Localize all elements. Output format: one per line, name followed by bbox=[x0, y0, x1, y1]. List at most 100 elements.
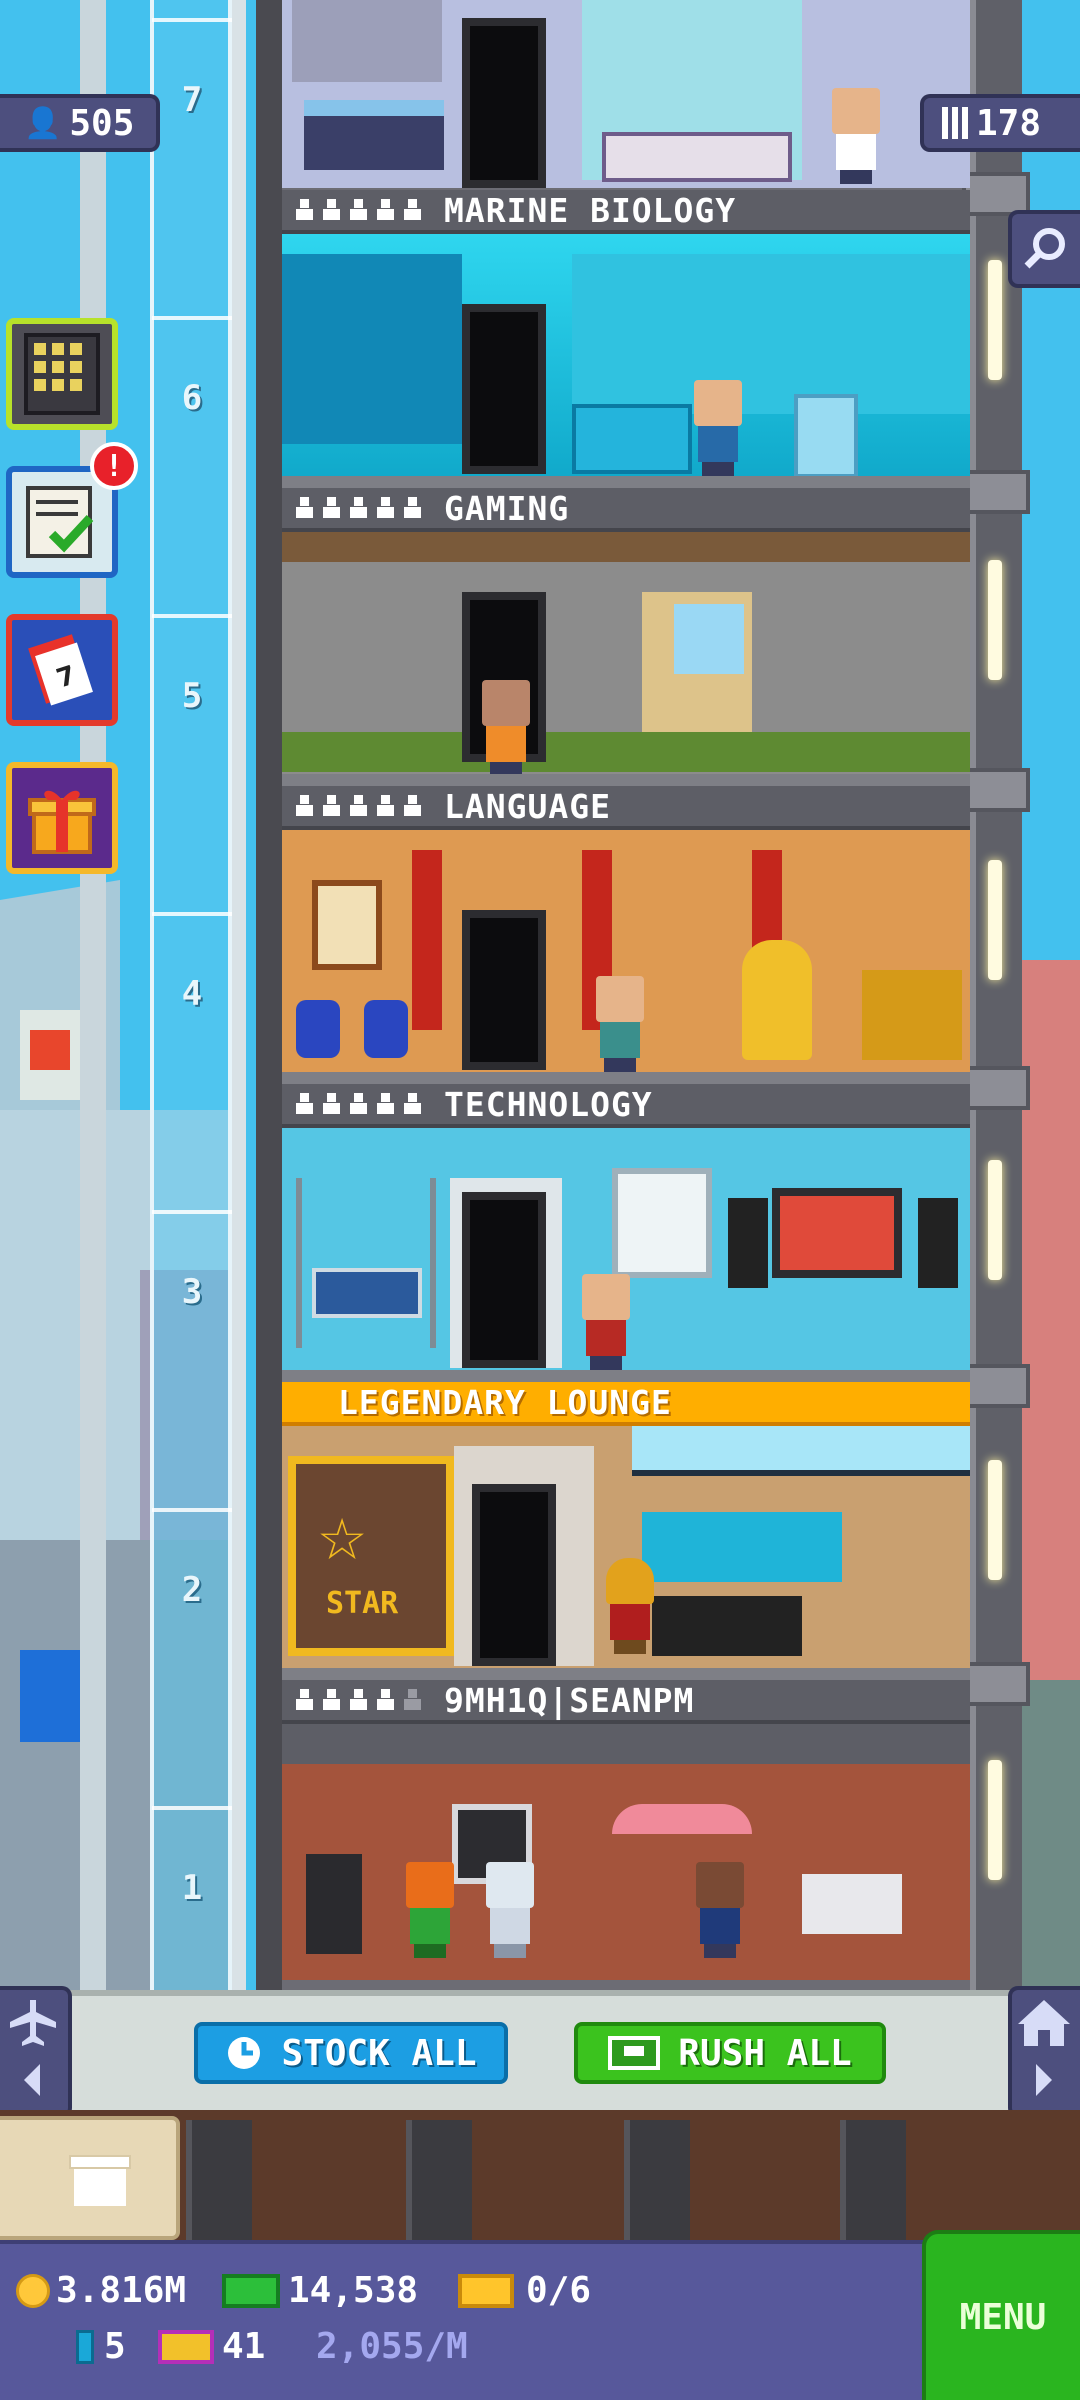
pillar-light bbox=[988, 1760, 1002, 1880]
resident-icon bbox=[404, 795, 421, 817]
floor-room bbox=[282, 532, 970, 786]
resident-icon bbox=[323, 199, 340, 221]
shaft-tick bbox=[152, 1806, 232, 1810]
floor-base bbox=[282, 476, 970, 488]
floor-count: 178 bbox=[976, 102, 1042, 144]
red-column bbox=[412, 850, 442, 1030]
home-lobby-button[interactable] bbox=[1008, 1986, 1080, 2118]
legendary-bitizen[interactable] bbox=[602, 1558, 658, 1654]
shaft-floor-number: 7 bbox=[181, 80, 203, 120]
floor-name: TECHNOLOGY bbox=[444, 1084, 653, 1124]
home-icon bbox=[1018, 2000, 1070, 2096]
floor-base bbox=[282, 1072, 970, 1084]
floor-label: MARINE BIOLOGY bbox=[282, 190, 970, 234]
floor-base bbox=[282, 774, 970, 786]
robot-bitizen[interactable] bbox=[482, 1862, 538, 1958]
bitizen[interactable] bbox=[592, 976, 648, 1072]
floor-door[interactable] bbox=[462, 304, 546, 474]
glass-roof bbox=[632, 1426, 970, 1476]
elevator-down-button[interactable] bbox=[0, 1986, 72, 2118]
computer-monitors bbox=[312, 1268, 422, 1318]
resident-icon bbox=[296, 199, 313, 221]
floor-marine-biology[interactable]: MARINE BIOLOGY bbox=[282, 190, 970, 488]
floor-door[interactable] bbox=[462, 18, 546, 188]
floor-residential[interactable] bbox=[282, 0, 970, 190]
vip-display: 41 bbox=[158, 2326, 265, 2367]
resident-icon bbox=[377, 497, 394, 519]
floor-language[interactable]: LANGUAGE bbox=[282, 786, 970, 1084]
shaft-tick bbox=[152, 912, 232, 916]
calendar-icon: 7 bbox=[28, 634, 93, 706]
menu-button[interactable]: MENU bbox=[922, 2230, 1080, 2400]
floor-door[interactable] bbox=[462, 1192, 546, 1368]
resident-indicator bbox=[296, 199, 436, 221]
gift-icon bbox=[28, 790, 96, 854]
tickets-value: 0/6 bbox=[526, 2270, 592, 2311]
floor-name: LANGUAGE bbox=[444, 786, 611, 826]
basement-pillar bbox=[624, 2120, 690, 2240]
pillar-cap bbox=[962, 1662, 1030, 1706]
resident-icon bbox=[404, 199, 421, 221]
elevator-shaft[interactable]: 7 6 5 4 3 2 1 bbox=[0, 0, 282, 2000]
floors-badge[interactable]: 178 bbox=[920, 94, 1080, 152]
population-badge[interactable]: 👤 505 bbox=[0, 94, 160, 152]
leprechaun-bitizen[interactable] bbox=[402, 1862, 458, 1958]
bux-display[interactable]: 14,538 bbox=[222, 2270, 418, 2311]
floor-name: GAMING bbox=[444, 488, 570, 528]
bed bbox=[304, 100, 444, 170]
resident-icon bbox=[323, 497, 340, 519]
rush-all-button[interactable]: RUSH ALL bbox=[574, 2022, 886, 2084]
lab-machine bbox=[794, 394, 858, 478]
bitizen[interactable] bbox=[690, 380, 746, 476]
bitizen[interactable] bbox=[692, 1862, 748, 1958]
rush-all-label: RUSH ALL bbox=[678, 2032, 852, 2074]
vip-value: 41 bbox=[222, 2326, 266, 2367]
resident-icon bbox=[377, 1093, 394, 1115]
pillar-cap bbox=[962, 470, 1030, 514]
pillar-light bbox=[988, 560, 1002, 680]
elevator-building-icon bbox=[24, 333, 100, 415]
grass-floor bbox=[282, 732, 970, 772]
lounge-aquarium bbox=[642, 1512, 842, 1582]
vase bbox=[364, 1000, 408, 1058]
floor-gaming[interactable]: GAMING bbox=[282, 488, 970, 786]
bitizen[interactable] bbox=[578, 1274, 634, 1370]
resident-icon bbox=[350, 1093, 367, 1115]
notification-badge: ! bbox=[90, 442, 138, 490]
floor-door[interactable] bbox=[462, 910, 546, 1070]
gift-button[interactable] bbox=[6, 762, 118, 874]
floor-room bbox=[282, 1724, 970, 1980]
calendar-button[interactable]: 7 bbox=[6, 614, 118, 726]
population-icon: 👤 bbox=[24, 105, 62, 141]
bitizen[interactable] bbox=[478, 680, 534, 776]
awning bbox=[282, 1724, 970, 1764]
bitizen[interactable] bbox=[828, 88, 884, 184]
pillar-cap bbox=[962, 1364, 1030, 1408]
search-button[interactable] bbox=[1008, 210, 1080, 288]
inventory-button[interactable] bbox=[0, 2116, 180, 2240]
resident-icon bbox=[350, 1689, 367, 1711]
floor-room bbox=[282, 0, 970, 188]
floor-legendary-lounge[interactable]: LEGENDARY LOUNGE ☆ STAR bbox=[282, 1382, 970, 1680]
floor-door[interactable] bbox=[472, 1484, 556, 1666]
mirror bbox=[742, 940, 812, 1060]
resident-icon bbox=[323, 1093, 340, 1115]
elevator-building-button[interactable] bbox=[6, 318, 118, 430]
floor-name: MARINE BIOLOGY bbox=[444, 190, 737, 230]
coins-value: 3.816M bbox=[56, 2270, 187, 2311]
resident-icon bbox=[296, 795, 313, 817]
window bbox=[292, 0, 442, 82]
stock-all-button[interactable]: STOCK ALL bbox=[194, 2022, 508, 2084]
shaft-rail-right bbox=[232, 0, 246, 1990]
pillar-light bbox=[988, 260, 1002, 380]
floor-label: LANGUAGE bbox=[282, 786, 970, 830]
currency-bar: 3.816M 14,538 0/6 5 41 2,055/M bbox=[0, 2240, 926, 2400]
basement-pillar bbox=[840, 2120, 906, 2240]
resident-icon bbox=[350, 199, 367, 221]
resident-icon bbox=[404, 497, 421, 519]
dirt-ceiling bbox=[282, 532, 970, 562]
shaft-floor-number: 3 bbox=[181, 1272, 203, 1312]
floor-custom[interactable]: 9MH1Q|SEANPM bbox=[282, 1680, 970, 1980]
floor-technology[interactable]: TECHNOLOGY bbox=[282, 1084, 970, 1382]
box-icon bbox=[69, 2155, 131, 2206]
